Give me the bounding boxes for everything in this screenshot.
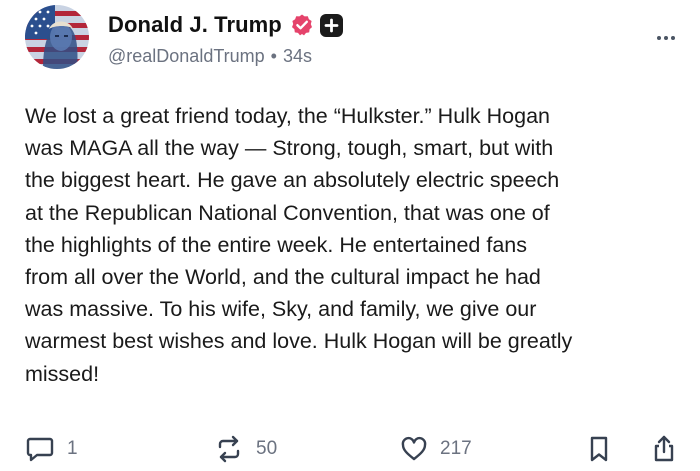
repost-icon	[218, 435, 240, 463]
repost-button[interactable]: 50	[214, 432, 277, 466]
like-count: 217	[440, 438, 472, 459]
post-timestamp[interactable]: 34s	[283, 46, 312, 67]
author-handle[interactable]: @realDonaldTrump	[108, 46, 265, 67]
bookmark-button[interactable]	[587, 432, 611, 466]
like-button[interactable]: 217	[400, 432, 472, 466]
heart-icon	[401, 436, 427, 461]
author-meta-row: @realDonaldTrump • 34s	[108, 44, 312, 68]
reply-icon	[26, 437, 54, 462]
repost-count: 50	[256, 438, 278, 459]
author-avatar[interactable]	[25, 5, 89, 69]
reply-button[interactable]: 1	[25, 432, 78, 466]
plus-badge-icon	[319, 13, 343, 37]
post-action-bar: 1 50 217	[0, 432, 700, 466]
author-display-name[interactable]: Donald J. Trump	[108, 12, 282, 38]
verified-badge-icon	[290, 13, 314, 37]
post-body-text: We lost a great friend today, the “Hulks…	[25, 104, 573, 386]
author-name-row: Donald J. Trump	[108, 10, 343, 40]
share-icon	[654, 435, 674, 462]
reply-count: 1	[67, 438, 78, 459]
bookmark-icon	[590, 436, 608, 462]
share-button[interactable]	[651, 432, 677, 466]
post-card: Donald J. Trump @realDonaldTrump • 34s W…	[0, 0, 700, 471]
meta-separator: •	[270, 45, 277, 66]
more-options-icon[interactable]	[652, 30, 680, 46]
flag-portrait-avatar	[25, 5, 89, 69]
